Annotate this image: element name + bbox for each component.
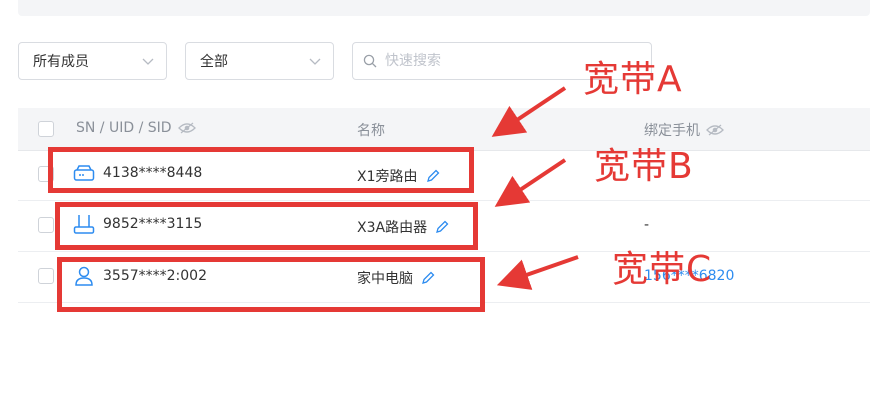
- annotation-arrows: [491, 86, 579, 290]
- annotation-label-b: 宽带B: [594, 146, 694, 187]
- annotation-arrow-c: [496, 255, 579, 290]
- annotation-label-a: 宽带A: [583, 59, 683, 100]
- annotation-arrow-a: [491, 86, 567, 137]
- annotation-label-c: 宽带C: [612, 249, 713, 290]
- annotation-arrow-b: [494, 158, 567, 207]
